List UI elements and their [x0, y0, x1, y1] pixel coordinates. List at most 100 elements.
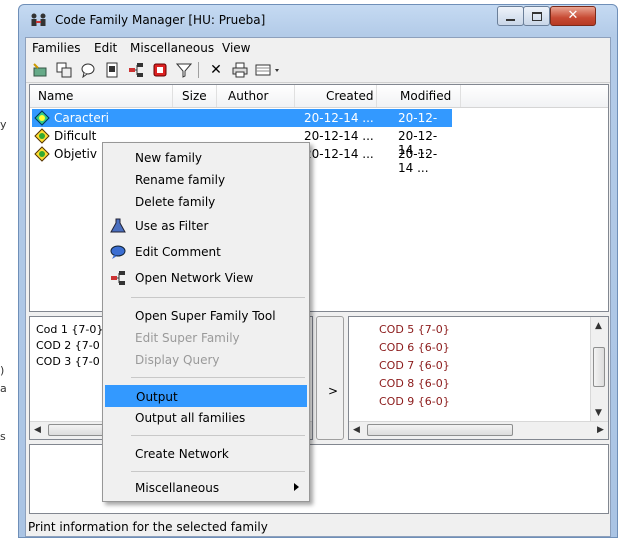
menu-view[interactable]: View	[222, 41, 250, 55]
duplicate-icon[interactable]	[54, 61, 74, 79]
menu-edit-comment[interactable]: Edit Comment	[105, 241, 307, 263]
print-icon[interactable]	[230, 61, 250, 79]
family-icon	[34, 146, 50, 162]
column-created[interactable]: Created	[326, 89, 374, 103]
super-family-icon[interactable]	[150, 61, 170, 79]
column-size[interactable]: Size	[182, 89, 207, 103]
menu-output-all-families[interactable]: Output all families	[105, 407, 307, 429]
member-code[interactable]: COD 3 {7-0	[36, 355, 100, 368]
menu-label: Display Query	[135, 353, 220, 367]
document-icon[interactable]	[102, 61, 122, 79]
status-text: Print information for the selected famil…	[28, 520, 268, 534]
column-author[interactable]: Author	[228, 89, 268, 103]
menu-use-as-filter[interactable]: Use as Filter	[105, 215, 307, 237]
menu-delete-family[interactable]: Delete family	[105, 191, 307, 213]
member-code[interactable]: Cod 1 {7-0}	[36, 323, 103, 336]
filter-funnel-icon	[110, 218, 126, 233]
new-family-icon[interactable]	[30, 61, 50, 79]
menu-label: Open Super Family Tool	[135, 309, 276, 323]
family-created: 20-12-14 ...	[304, 111, 374, 125]
column-divider[interactable]	[172, 85, 173, 107]
filter-icon[interactable]	[174, 61, 194, 79]
menu-label: Edit Super Family	[135, 331, 240, 345]
view-menu-icon[interactable]	[254, 61, 286, 79]
submenu-arrow-icon	[294, 483, 299, 491]
transfer-arrow-label: >	[328, 384, 339, 398]
menu-open-super-family-tool[interactable]: Open Super Family Tool	[105, 305, 307, 327]
column-divider[interactable]	[294, 85, 295, 107]
menu-miscellaneous[interactable]: Miscellaneous	[130, 41, 214, 55]
context-menu: New family Rename family Delete family U…	[102, 142, 310, 502]
menu-output[interactable]: Output	[105, 385, 307, 407]
delete-icon[interactable]: ✕	[206, 61, 226, 79]
family-created: 20-12-14 ...	[304, 129, 374, 143]
list-header: Name Size Author Created Modified	[30, 85, 608, 108]
close-button[interactable]: ✕	[550, 6, 596, 26]
non-member-code[interactable]: COD 5 {7-0}	[379, 323, 450, 336]
menu-separator	[131, 435, 305, 436]
non-members-vertical-scrollbar[interactable]: ▲ ▼	[590, 317, 608, 422]
menu-label: Miscellaneous	[135, 481, 220, 495]
toolbar-separator	[198, 62, 199, 78]
scroll-right-icon[interactable]: ▶	[597, 425, 604, 435]
column-modified[interactable]: Modified	[400, 89, 451, 103]
scroll-thumb[interactable]	[593, 347, 605, 387]
menu-label: Use as Filter	[135, 219, 209, 233]
menu-new-family[interactable]: New family	[105, 147, 307, 169]
family-row[interactable]: Caracteri 20-12-14 ... 20-12-14 ...	[32, 109, 452, 139]
family-created: 20-12-14 ...	[304, 147, 374, 161]
non-member-code[interactable]: COD 9 {6-0}	[379, 395, 450, 408]
minimize-button[interactable]	[497, 6, 524, 26]
column-divider[interactable]	[216, 85, 217, 107]
column-divider[interactable]	[460, 85, 461, 107]
family-name: Objetiv	[54, 147, 97, 161]
family-icon	[34, 128, 50, 144]
menu-edit[interactable]: Edit	[94, 41, 117, 55]
scroll-left-icon[interactable]: ◀	[34, 425, 41, 435]
network-icon[interactable]	[126, 61, 146, 79]
menu-label: Output	[136, 390, 178, 404]
menu-separator	[131, 297, 305, 298]
menu-label: New family	[135, 151, 203, 165]
non-member-code[interactable]: COD 7 {6-0}	[379, 359, 450, 372]
maximize-button[interactable]	[523, 6, 550, 26]
non-members-horizontal-scrollbar[interactable]: ◀ ▶	[349, 421, 608, 439]
scroll-up-icon[interactable]: ▲	[595, 321, 602, 331]
menu-open-network-view[interactable]: Open Network View	[105, 267, 307, 289]
menu-families[interactable]: Families	[32, 41, 80, 55]
scroll-thumb[interactable]	[367, 424, 513, 436]
window-title: Code Family Manager [HU: Prueba]	[55, 13, 266, 27]
background-fragment: )	[0, 364, 5, 377]
menu-label: Rename family	[135, 173, 226, 187]
menu-bar: Families Edit Miscellaneous View	[26, 38, 610, 58]
menu-create-network[interactable]: Create Network	[105, 443, 307, 465]
non-member-code[interactable]: COD 8 {6-0}	[379, 377, 450, 390]
title-bar[interactable]: Code Family Manager [HU: Prueba] ✕	[19, 5, 617, 35]
family-name: Dificult	[54, 129, 97, 143]
family-icon	[34, 110, 50, 126]
family-modified: 20-12-14 ...	[398, 147, 438, 175]
family-app-icon	[31, 13, 46, 26]
menu-label: Open Network View	[135, 271, 254, 285]
column-name[interactable]: Name	[38, 89, 73, 103]
member-code[interactable]: COD 2 {7-0	[36, 339, 100, 352]
column-divider[interactable]	[376, 85, 377, 107]
scroll-left-icon[interactable]: ◀	[353, 425, 360, 435]
transfer-button[interactable]	[316, 316, 344, 440]
background-fragment: s	[0, 430, 6, 443]
menu-label: Edit Comment	[135, 245, 221, 259]
comment-icon[interactable]	[78, 61, 98, 79]
non-member-code[interactable]: COD 6 {6-0}	[379, 341, 450, 354]
menu-separator	[131, 471, 305, 472]
family-name: Caracteri	[54, 111, 109, 125]
menu-label: Delete family	[135, 195, 216, 209]
menu-miscellaneous[interactable]: Miscellaneous	[105, 477, 307, 499]
non-members-list[interactable]: COD 5 {7-0} COD 6 {6-0} COD 7 {6-0} COD …	[348, 316, 609, 440]
menu-rename-family[interactable]: Rename family	[105, 169, 307, 191]
background-fragment: y	[0, 118, 7, 131]
menu-edit-super-family: Edit Super Family	[105, 327, 307, 349]
menu-separator	[131, 377, 305, 378]
menu-label: Create Network	[135, 447, 229, 461]
scroll-down-icon[interactable]: ▼	[595, 408, 602, 418]
comment-bubble-icon	[110, 245, 126, 259]
